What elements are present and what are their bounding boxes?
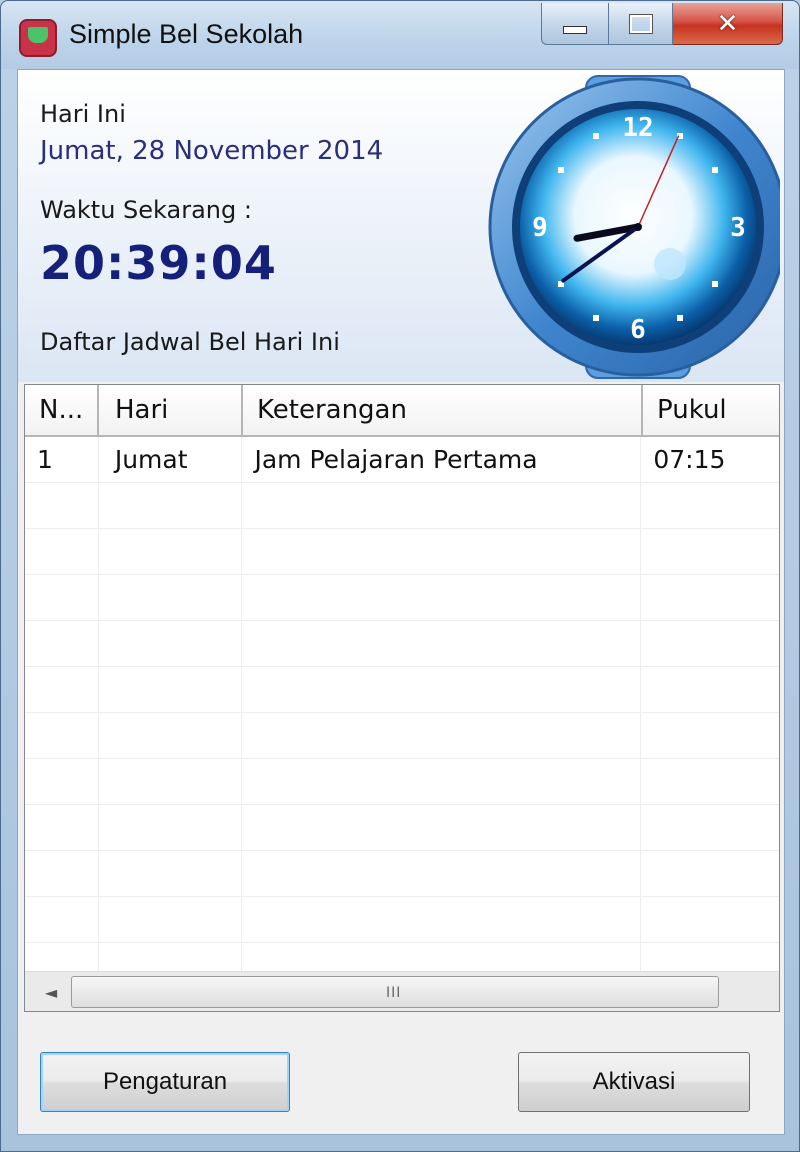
minimize-icon	[563, 25, 587, 34]
column-header-time[interactable]: Pukul	[643, 385, 779, 437]
cell-time: 07:15	[641, 437, 779, 483]
cell-time	[641, 759, 779, 805]
schedule-table[interactable]: N... Hari Keterangan Pukul 1 Jumat Jam Pel…	[24, 384, 780, 1012]
info-panel: Hari Ini Jumat, 28 November 2014 Waktu S…	[18, 70, 784, 382]
table-row[interactable]	[25, 575, 779, 621]
column-header-description[interactable]: Keterangan	[243, 385, 643, 437]
cell-time	[641, 621, 779, 667]
cell-day	[99, 529, 243, 575]
cell-time	[641, 575, 779, 621]
cell-day	[99, 483, 243, 529]
minimize-button[interactable]	[541, 3, 609, 45]
cell-no	[25, 851, 99, 897]
cell-description	[242, 667, 642, 713]
table-row[interactable]	[25, 483, 779, 529]
analog-clock: 12 3 6 9	[488, 75, 780, 379]
cell-description	[242, 529, 642, 575]
horizontal-scrollbar[interactable]: ◄ III	[25, 971, 779, 1011]
scroll-left-arrow-icon[interactable]: ◄	[31, 972, 71, 1011]
scrollbar-grip-icon: III	[386, 985, 402, 1001]
cell-description	[242, 897, 642, 943]
title-bar[interactable]: Simple Bel Sekolah ✕	[1, 1, 799, 69]
table-header: N... Hari Keterangan Pukul	[25, 385, 779, 437]
schedule-list-label: Daftar Jadwal Bel Hari Ini	[40, 328, 340, 356]
cell-day	[99, 713, 243, 759]
table-row[interactable]: 1 Jumat Jam Pelajaran Pertama 07:15	[25, 437, 779, 483]
cell-no	[25, 897, 99, 943]
date-value: Jumat, 28 November 2014	[40, 136, 384, 166]
table-row[interactable]	[25, 621, 779, 667]
app-bell-icon	[19, 19, 57, 57]
cell-description	[242, 805, 642, 851]
cell-no	[25, 713, 99, 759]
cell-description	[242, 483, 642, 529]
cell-day: Jumat	[99, 437, 243, 483]
cell-time	[641, 851, 779, 897]
cell-description	[242, 851, 642, 897]
cell-day	[99, 897, 243, 943]
cell-description	[242, 575, 642, 621]
cell-day	[99, 667, 243, 713]
table-row[interactable]	[25, 897, 779, 943]
client-area: Hari Ini Jumat, 28 November 2014 Waktu S…	[17, 69, 785, 1135]
cell-no	[25, 667, 99, 713]
cell-day	[99, 575, 243, 621]
close-icon: ✕	[716, 8, 739, 39]
column-header-day[interactable]: Hari	[99, 385, 243, 437]
table-row[interactable]	[25, 529, 779, 575]
caption-buttons: ✕	[541, 3, 783, 45]
cell-day	[99, 759, 243, 805]
cell-time	[641, 529, 779, 575]
column-header-no[interactable]: N...	[25, 385, 99, 437]
maximize-icon	[628, 13, 653, 34]
current-time-value: 20:39:04	[40, 236, 277, 290]
window-title: Simple Bel Sekolah	[69, 19, 304, 49]
cell-day	[99, 621, 243, 667]
clock-numeral-9: 9	[532, 213, 548, 243]
clock-numeral-6: 6	[630, 315, 646, 345]
clock-glare	[654, 248, 686, 280]
cell-description: Jam Pelajaran Pertama	[242, 437, 642, 483]
cell-time	[641, 483, 779, 529]
cell-time	[641, 713, 779, 759]
app-window: Simple Bel Sekolah ✕ Hari Ini Jumat, 28 …	[0, 0, 800, 1152]
table-row[interactable]	[25, 667, 779, 713]
table-row[interactable]	[25, 805, 779, 851]
cell-description	[242, 621, 642, 667]
cell-day	[99, 805, 243, 851]
cell-no	[25, 759, 99, 805]
close-button[interactable]: ✕	[673, 3, 783, 45]
maximize-button[interactable]	[609, 3, 673, 45]
cell-description	[242, 759, 642, 805]
scrollbar-thumb[interactable]: III	[71, 976, 719, 1008]
cell-day	[99, 851, 243, 897]
clock-center-pin	[634, 223, 642, 231]
table-body: 1 Jumat Jam Pelajaran Pertama 07:15	[25, 437, 779, 989]
table-row[interactable]	[25, 713, 779, 759]
cell-time	[641, 667, 779, 713]
cell-no: 1	[25, 437, 99, 483]
cell-no	[25, 575, 99, 621]
today-label: Hari Ini	[40, 100, 126, 128]
cell-time	[641, 805, 779, 851]
cell-description	[242, 713, 642, 759]
cell-no	[25, 621, 99, 667]
table-row[interactable]	[25, 759, 779, 805]
clock-numeral-12: 12	[622, 113, 653, 143]
cell-time	[641, 897, 779, 943]
current-time-label: Waktu Sekarang :	[40, 196, 252, 224]
clock-numeral-3: 3	[730, 213, 746, 243]
cell-no	[25, 483, 99, 529]
cell-no	[25, 529, 99, 575]
activate-button[interactable]: Aktivasi	[518, 1052, 750, 1112]
settings-button[interactable]: Pengaturan	[40, 1052, 290, 1112]
cell-no	[25, 805, 99, 851]
table-row[interactable]	[25, 851, 779, 897]
